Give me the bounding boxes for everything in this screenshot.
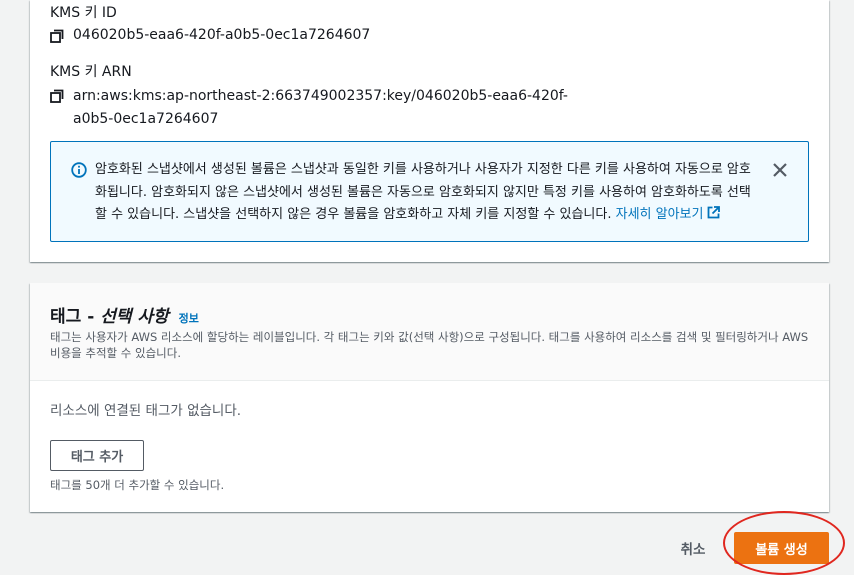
kms-key-arn-row: arn:aws:kms:ap-northeast-2:663749002357:… bbox=[50, 87, 568, 131]
copy-icon[interactable] bbox=[50, 29, 64, 43]
tags-remaining-hint: 태그를 50개 더 추가할 수 있습니다. bbox=[50, 478, 225, 492]
learn-more-link[interactable]: 자세히 알아보기 bbox=[615, 206, 721, 222]
tags-title: 태그 - 선택 사항 정보 bbox=[50, 302, 199, 327]
tags-panel-header: 태그 - 선택 사항 정보 태그는 사용자가 AWS 리소스에 할당하는 레이블… bbox=[30, 283, 829, 381]
close-icon[interactable] bbox=[771, 161, 789, 179]
tags-title-optional: 선택 사항 bbox=[100, 307, 169, 327]
create-volume-button[interactable]: 볼륨 생성 bbox=[734, 532, 829, 564]
kms-key-id-label: KMS 키 ID bbox=[50, 5, 117, 21]
learn-more-label: 자세히 알아보기 bbox=[615, 207, 704, 222]
tags-info-link[interactable]: 정보 bbox=[179, 312, 199, 325]
kms-key-arn-value: arn:aws:kms:ap-northeast-2:663749002357:… bbox=[73, 88, 568, 127]
external-link-icon bbox=[708, 206, 721, 219]
encryption-info-alert: 암호화된 스냅샷에서 생성된 볼륨은 스냅샷과 동일한 키를 사용하거나 사용자… bbox=[50, 141, 809, 242]
add-tag-button[interactable]: 태그 추가 bbox=[50, 440, 144, 471]
kms-key-id-value: 046020b5-eaa6-420f-a0b5-0ec1a7264607 bbox=[73, 27, 371, 43]
encryption-panel: KMS 키 ID 046020b5-eaa6-420f-a0b5-0ec1a72… bbox=[30, 0, 829, 262]
tags-description: 태그는 사용자가 AWS 리소스에 할당하는 레이블입니다. 각 태그는 키와 … bbox=[50, 330, 809, 360]
tags-title-prefix: 태그 - bbox=[50, 307, 101, 327]
kms-key-arn-label: KMS 키 ARN bbox=[50, 64, 132, 80]
no-tags-message: 리소스에 연결된 태그가 없습니다. bbox=[50, 403, 242, 419]
copy-icon[interactable] bbox=[50, 89, 64, 103]
cancel-button[interactable]: 취소 bbox=[667, 533, 719, 563]
tags-panel: 태그 - 선택 사항 정보 태그는 사용자가 AWS 리소스에 할당하는 레이블… bbox=[30, 283, 829, 512]
kms-key-id-row: 046020b5-eaa6-420f-a0b5-0ec1a7264607 bbox=[50, 27, 370, 43]
info-circle-icon bbox=[71, 162, 87, 178]
alert-message: 암호화된 스냅샷에서 생성된 볼륨은 스냅샷과 동일한 키를 사용하거나 사용자… bbox=[95, 159, 760, 227]
